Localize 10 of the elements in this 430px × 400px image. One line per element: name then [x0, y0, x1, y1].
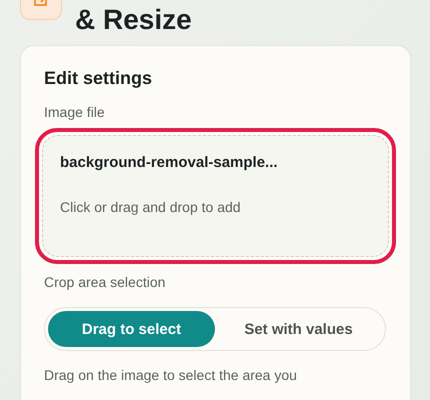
- page-title: & Resize: [75, 7, 192, 32]
- field-label: Crop area selection: [43, 274, 166, 290]
- file-name: background-removal-sample...: [60, 154, 279, 171]
- drop-hint: Click or drag and drop to add: [60, 199, 242, 215]
- section-heading: Edit settings: [43, 68, 154, 89]
- mode-option[interactable]: Set with values: [215, 311, 382, 347]
- mode-option[interactable]: Drag to select: [48, 311, 215, 347]
- field-label: Image file: [43, 104, 106, 120]
- description-text: Drag on the image to select the area you: [43, 367, 298, 383]
- file-drop-zone[interactable]: background-removal-sample... Click or drag and drop to add: [35, 128, 396, 264]
